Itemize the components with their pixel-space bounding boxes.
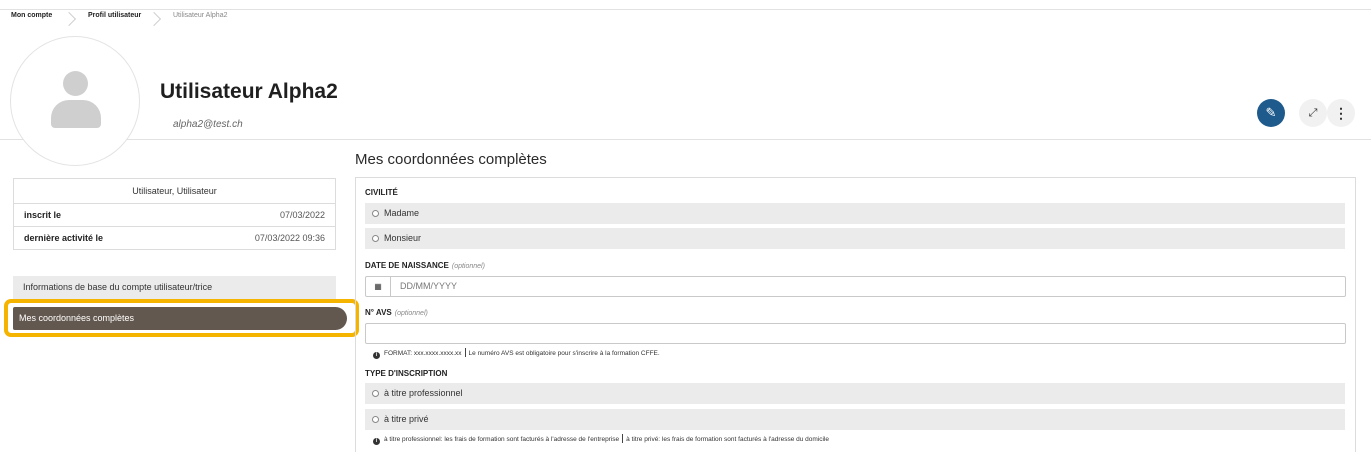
avatar-head (63, 71, 88, 96)
breadcrumb-item-mon-compte[interactable]: Mon compte (11, 0, 52, 32)
optional-tag: (optionnel) (394, 310, 428, 317)
radio-circle[interactable] (372, 390, 379, 397)
info-label: dernière activité le (24, 233, 104, 243)
birthdate-input[interactable]: ▦ DD/MM/YYYY (365, 276, 1346, 297)
birthdate-placeholder: DD/MM/YYYY (400, 281, 458, 291)
radio-option-professionnel[interactable]: à titre professionnel (365, 383, 1345, 404)
avs-label: N° AVS (optionnel) (365, 308, 428, 317)
calendar-icon[interactable]: ▦ (366, 277, 391, 296)
breadcrumb-item-profil[interactable]: Profil utilisateur (88, 0, 141, 32)
civilite-label: CIVILITÉ (365, 188, 398, 197)
birthdate-label: DATE DE NAISSANCE (optionnel) (365, 261, 485, 270)
info-value: 07/03/2022 09:36 (254, 233, 325, 243)
inscription-hint-prive: à titre privé: les frais de formation so… (626, 436, 829, 443)
hint-separator (622, 434, 624, 443)
breadcrumb-separator (61, 11, 77, 27)
nav-item-basic-info[interactable]: Informations de base du compte utilisate… (13, 276, 336, 299)
radio-circle[interactable] (372, 416, 379, 423)
info-row-registered: inscrit le 07/03/2022 (14, 204, 335, 227)
radio-label: à titre privé (384, 414, 429, 424)
more-button[interactable]: ⋮ (1327, 99, 1355, 127)
radio-circle[interactable] (372, 235, 379, 242)
avs-hint-format: FORMAT: xxx.xxxx.xxxx.xx (384, 350, 462, 357)
pencil-icon: ✎ (1265, 105, 1277, 120)
radio-circle[interactable] (372, 210, 379, 217)
radio-option-monsieur[interactable]: Monsieur (365, 228, 1345, 249)
radio-label: Monsieur (384, 233, 422, 243)
inscription-hint-pro: à titre professionnel: les frais de form… (384, 436, 620, 443)
nav-highlight-frame: Mes coordonnées complètes (4, 299, 359, 337)
info-icon: i (373, 438, 380, 445)
info-row-last-activity: dernière activité le 07/03/2022 09:36 (14, 227, 335, 250)
nav-item-full-coordinates[interactable]: Mes coordonnées complètes (13, 307, 347, 330)
header-divider (0, 139, 1371, 140)
user-info-title: Utilisateur, Utilisateur (14, 179, 335, 204)
edit-button[interactable]: ✎ (1257, 99, 1285, 127)
optional-tag: (optionnel) (451, 263, 485, 270)
info-icon: i (373, 352, 380, 359)
breadcrumb-separator (146, 11, 162, 27)
avs-hint: i FORMAT: xxx.xxxx.xxxx.xx Le numéro AVS e… (373, 348, 660, 359)
radio-label: à titre professionnel (384, 388, 463, 398)
breadcrumb: Mon compte Profil utilisateur Utilisateu… (0, 0, 1371, 27)
expand-button[interactable]: ⤢ (1299, 99, 1327, 127)
avatar-body (51, 100, 101, 128)
avs-label-text: N° AVS (365, 308, 392, 317)
expand-icon: ⤢ (1308, 107, 1318, 119)
radio-label: Madame (384, 208, 420, 218)
user-email: alpha2@test.ch (173, 119, 243, 130)
inscription-hint: i à titre professionnel: les frais de for… (373, 434, 829, 445)
avs-input[interactable] (365, 323, 1346, 344)
birthdate-label-text: DATE DE NAISSANCE (365, 261, 449, 270)
info-label: inscrit le (24, 210, 62, 220)
avatar (10, 36, 140, 166)
breadcrumb-item-current: Utilisateur Alpha2 (173, 12, 228, 19)
radio-option-madame[interactable]: Madame (365, 203, 1345, 224)
info-value: 07/03/2022 (279, 210, 325, 220)
avs-hint-text: Le numéro AVS est obligatoire pour s'ins… (468, 350, 660, 357)
inscription-type-label: TYPE D'INSCRIPTION (365, 369, 448, 378)
more-vertical-icon: ⋮ (1334, 105, 1348, 121)
radio-option-prive[interactable]: à titre privé (365, 409, 1345, 430)
section-title: Mes coordonnées complètes (355, 151, 547, 168)
user-info-card: Utilisateur, Utilisateur inscrit le 07/0… (13, 178, 336, 250)
user-name: Utilisateur Alpha2 (160, 80, 338, 103)
hint-separator (464, 348, 466, 357)
